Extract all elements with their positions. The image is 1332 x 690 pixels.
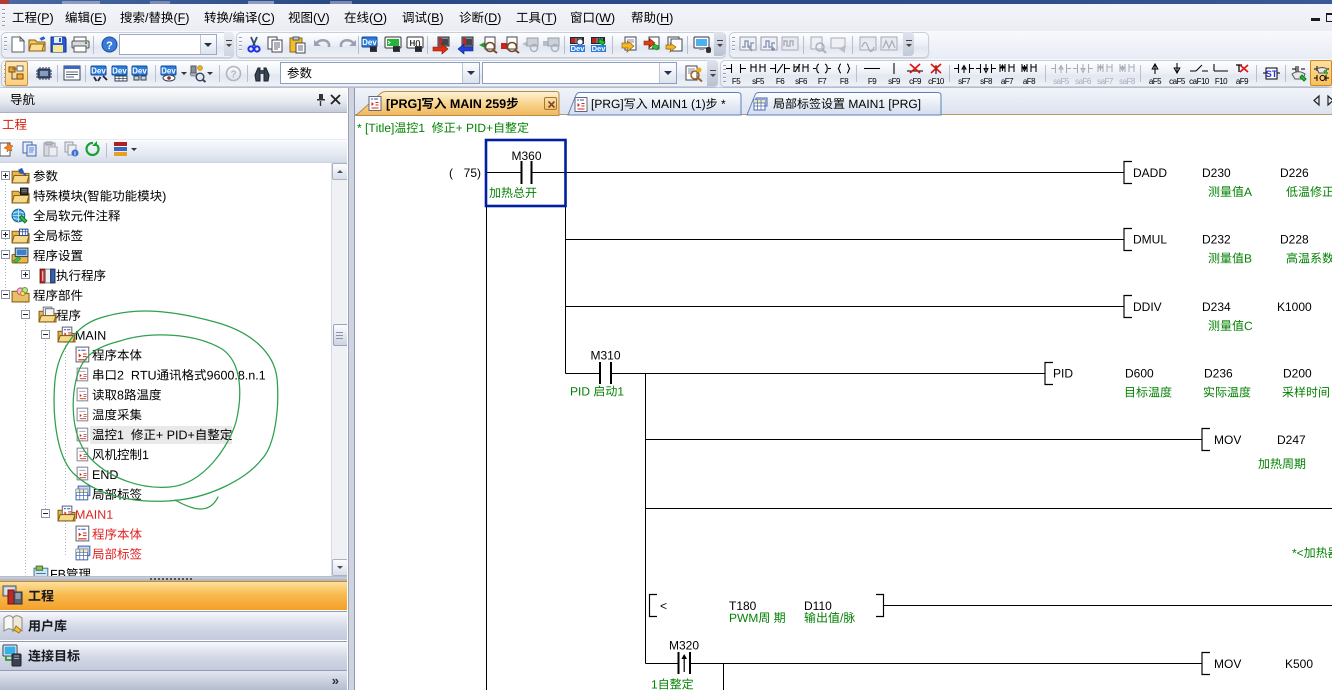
svg-text:M310: M310 — [590, 349, 620, 363]
svg-text:M320: M320 — [669, 639, 699, 653]
svg-text:<: < — [660, 599, 667, 613]
svg-text:75): 75) — [464, 166, 481, 180]
svg-text:D236: D236 — [1204, 367, 1233, 381]
svg-text:?: ? — [230, 70, 236, 81]
svg-text:K1000: K1000 — [1277, 300, 1312, 314]
svg-text:Dev: Dev — [161, 67, 176, 76]
svg-text:D600: D600 — [1125, 367, 1154, 381]
svg-text:D247: D247 — [1277, 433, 1306, 447]
svg-text:D230: D230 — [1202, 166, 1231, 180]
svg-text:K500: K500 — [1285, 657, 1313, 671]
svg-text:D200: D200 — [1283, 367, 1312, 381]
svg-text:Dev: Dev — [571, 44, 586, 53]
svg-text:T180: T180 — [729, 599, 757, 613]
svg-text:M360: M360 — [511, 149, 541, 163]
svg-text:D232: D232 — [1202, 233, 1231, 247]
svg-text:(: ( — [449, 166, 453, 180]
svg-text:D234: D234 — [1202, 300, 1231, 314]
svg-text:Dev: Dev — [132, 67, 147, 76]
svg-text:Dev: Dev — [362, 38, 377, 47]
svg-text:?: ? — [106, 40, 113, 52]
svg-text:D226: D226 — [1280, 166, 1309, 180]
svg-text:Dev: Dev — [112, 67, 127, 76]
svg-text:DADD: DADD — [1133, 166, 1167, 180]
svg-text:PID: PID — [1053, 367, 1073, 381]
svg-text:ST: ST — [1266, 69, 1278, 79]
svg-text:Dev: Dev — [91, 67, 106, 76]
svg-text:MOV: MOV — [1214, 433, 1241, 447]
svg-text:MOV: MOV — [1214, 657, 1241, 671]
svg-text:DDIV: DDIV — [1133, 300, 1162, 314]
svg-text:DMUL: DMUL — [1133, 233, 1167, 247]
svg-text:D228: D228 — [1280, 233, 1309, 247]
svg-text:D110: D110 — [804, 599, 832, 613]
svg-text:Dev: Dev — [592, 44, 607, 53]
